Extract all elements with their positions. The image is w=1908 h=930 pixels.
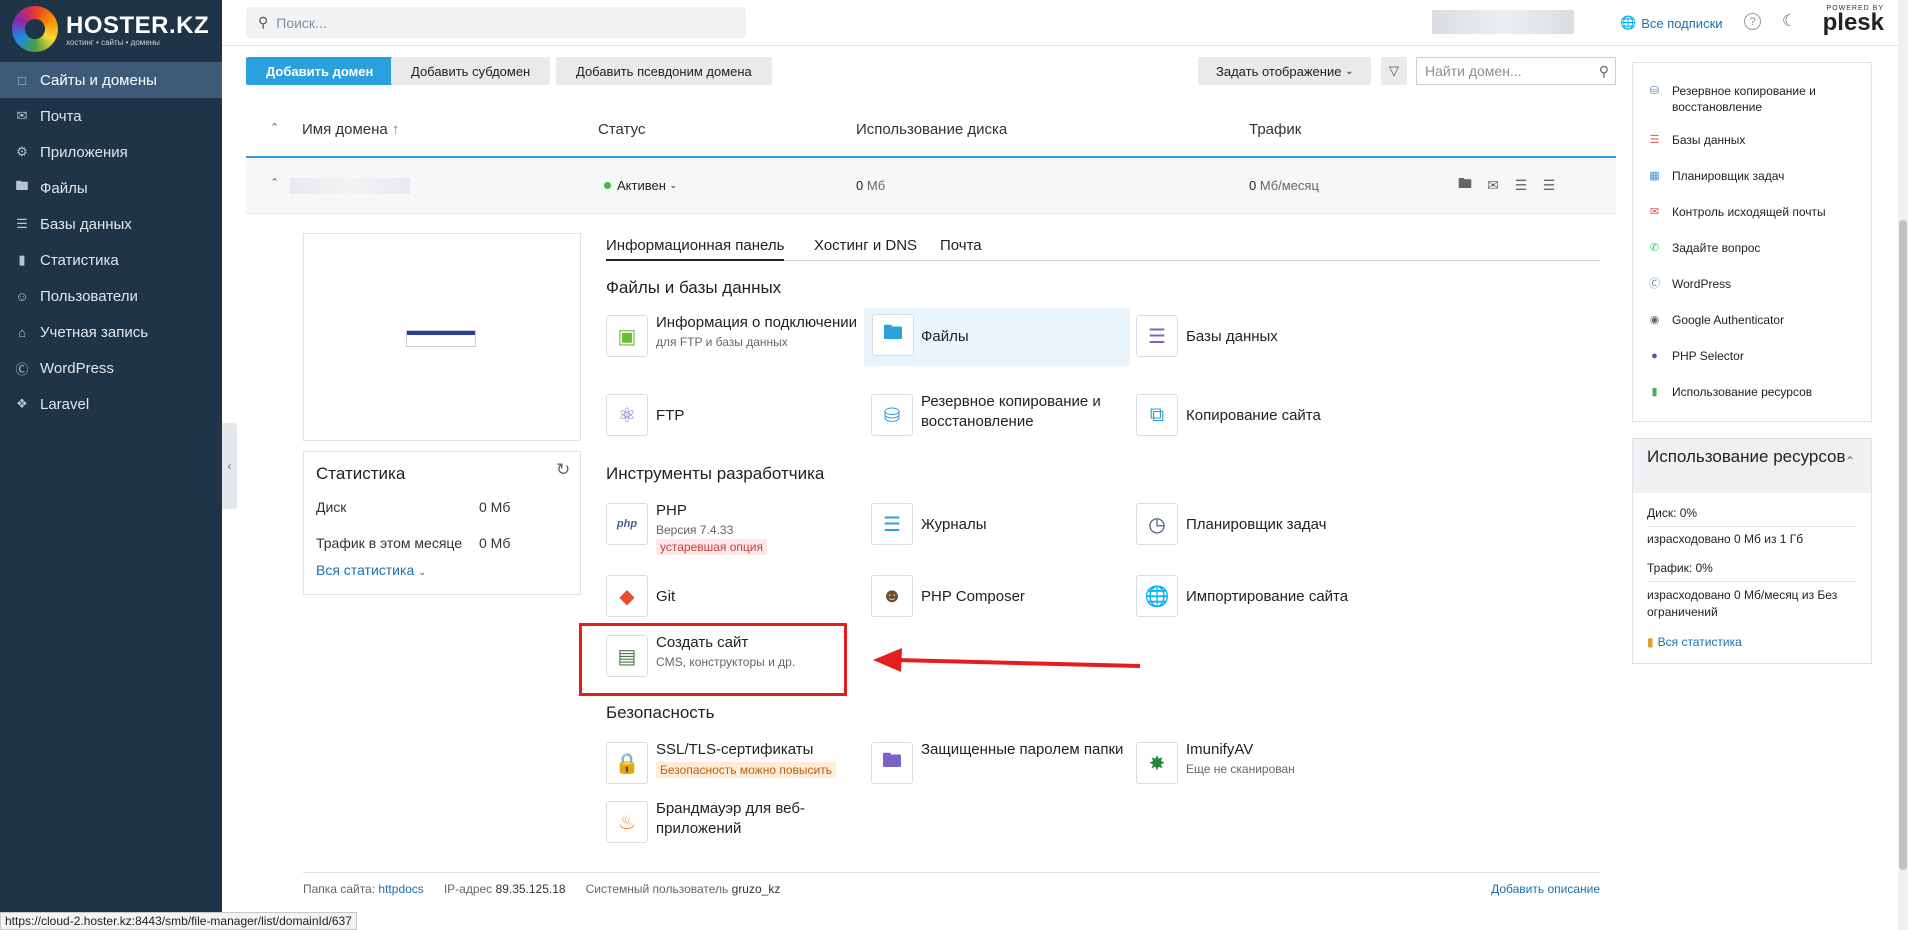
annotation-arrow: [873, 648, 1141, 672]
status-bar-url: https://cloud-2.hoster.kz:8443/smb/file-…: [0, 912, 357, 930]
